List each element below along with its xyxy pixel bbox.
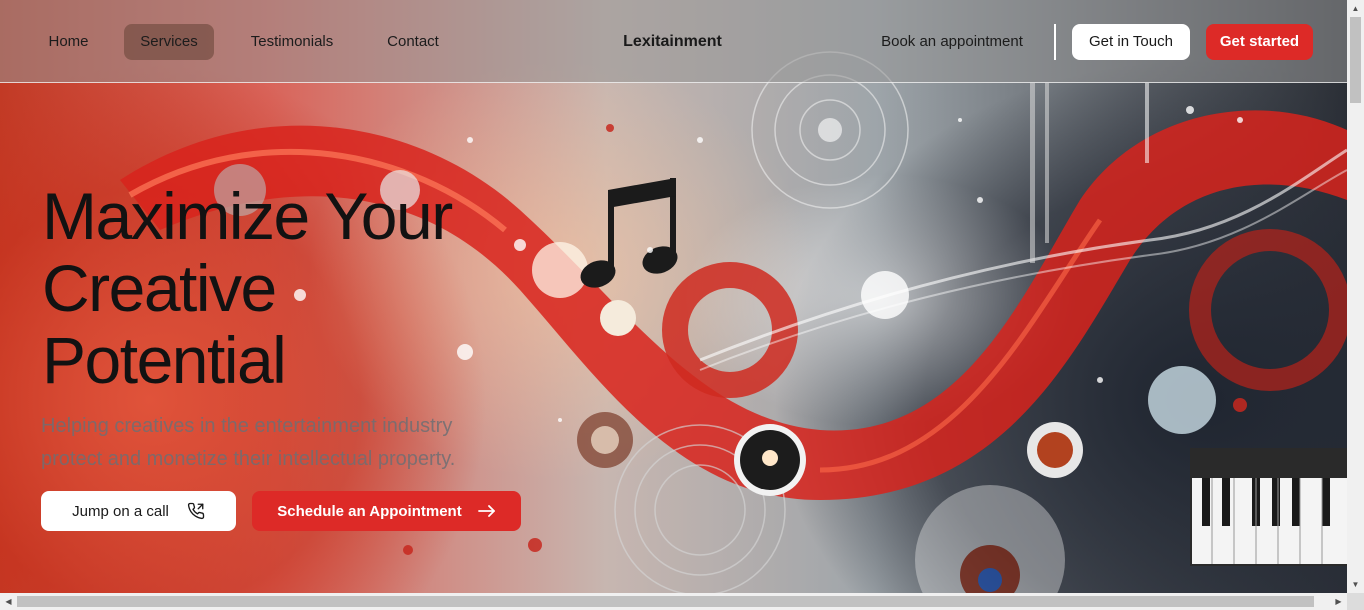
schedule-appointment-button[interactable]: Schedule an Appointment xyxy=(252,491,521,531)
headline-line-1: Maximize Your xyxy=(42,179,453,253)
call-button-label: Jump on a call xyxy=(72,502,169,520)
scroll-down-icon[interactable]: ▼ xyxy=(1347,576,1364,593)
nav-link-contact[interactable]: Contact xyxy=(378,24,448,60)
jump-on-a-call-button[interactable]: Jump on a call xyxy=(41,491,236,531)
headline-line-3: Potential xyxy=(42,323,287,397)
horizontal-scroll-thumb[interactable] xyxy=(17,596,1314,607)
scroll-left-icon[interactable]: ◀ xyxy=(0,593,17,610)
scroll-right-icon[interactable]: ▶ xyxy=(1330,593,1347,610)
scroll-up-icon[interactable]: ▲ xyxy=(1347,0,1364,17)
schedule-button-label: Schedule an Appointment xyxy=(277,502,462,520)
vertical-scroll-thumb[interactable] xyxy=(1350,17,1361,103)
top-navigation: Home Services Testimonials Contact Lexit… xyxy=(0,0,1347,83)
get-started-button[interactable]: Get started xyxy=(1206,24,1313,60)
phone-icon xyxy=(187,502,205,520)
brand-logo[interactable]: Lexitainment xyxy=(600,24,745,60)
get-in-touch-button[interactable]: Get in Touch xyxy=(1072,24,1190,60)
hero-subtext: Helping creatives in the entertainment i… xyxy=(41,415,456,470)
horizontal-scrollbar[interactable]: ◀ ▶ xyxy=(0,593,1347,610)
vertical-scrollbar[interactable]: ▲ ▼ xyxy=(1347,0,1364,593)
nav-link-services[interactable]: Services xyxy=(124,24,214,60)
nav-link-testimonials[interactable]: Testimonials xyxy=(242,24,342,60)
nav-link-home[interactable]: Home xyxy=(40,24,97,60)
arrow-right-icon xyxy=(477,504,496,518)
book-appointment-link[interactable]: Book an appointment xyxy=(872,24,1032,60)
hero-headline: Maximize Your Creative Potential xyxy=(42,180,562,396)
scrollbar-corner xyxy=(1347,593,1364,610)
headline-line-2: Creative xyxy=(42,251,277,325)
nav-divider xyxy=(1054,24,1056,60)
